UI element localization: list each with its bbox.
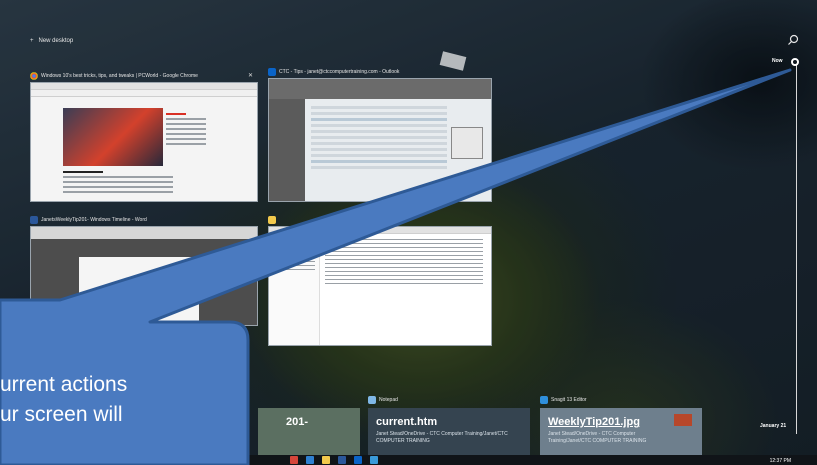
callout-line-2: ur screen will: [0, 403, 123, 426]
callout-text: urrent actions ur screen will: [0, 370, 250, 430]
callout-line-1: urrent actions: [0, 373, 128, 396]
